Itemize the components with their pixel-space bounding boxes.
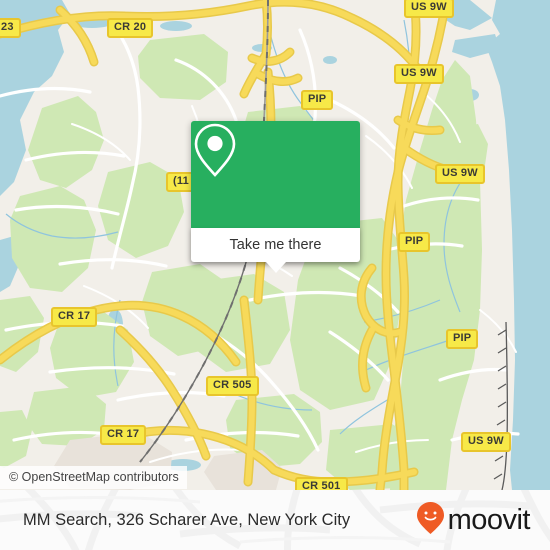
location-title: MM Search, 326 Scharer Ave, New York Cit… [23,490,350,550]
road-shield: US 9W [435,164,485,184]
footer-bar: MM Search, 326 Scharer Ave, New York Cit… [0,490,550,550]
road-shield: CR 501 [295,477,348,490]
location-title-text: MM Search, 326 Scharer Ave, New York Cit… [23,510,351,529]
take-me-there-button[interactable]: Take me there [191,228,360,262]
osm-attribution[interactable]: © OpenStreetMap contributors [0,466,187,489]
map-canvas[interactable]: 23 CR 20 US 9W US 9W PIP (11 US 9W PIP P… [0,0,550,490]
moovit-logo[interactable]: moovit [416,490,531,550]
road-shield: CR 505 [206,376,259,396]
road-shield: US 9W [394,64,444,84]
road-shield: 23 [0,18,21,38]
popup-pointer-tail [265,262,286,273]
road-shield: PIP [301,90,334,110]
road-shield: US 9W [404,0,454,18]
road-shield: PIP [398,232,431,252]
osm-attribution-label: © OpenStreetMap contributors [9,470,179,484]
moovit-wordmark: moovit [447,504,531,536]
map-screenshot: 23 CR 20 US 9W US 9W PIP (11 US 9W PIP P… [0,0,550,550]
road-shield: PIP [446,329,479,349]
location-popup-card[interactable]: Take me there [191,121,360,273]
road-shield: CR 17 [100,425,147,445]
take-me-there-label: Take me there [229,237,322,253]
road-shield: CR 20 [107,18,154,38]
road-shield: US 9W [461,432,511,452]
moovit-smiley-pin-icon [416,501,445,540]
road-shield: CR 17 [51,307,98,327]
popup-image-area [191,121,360,228]
